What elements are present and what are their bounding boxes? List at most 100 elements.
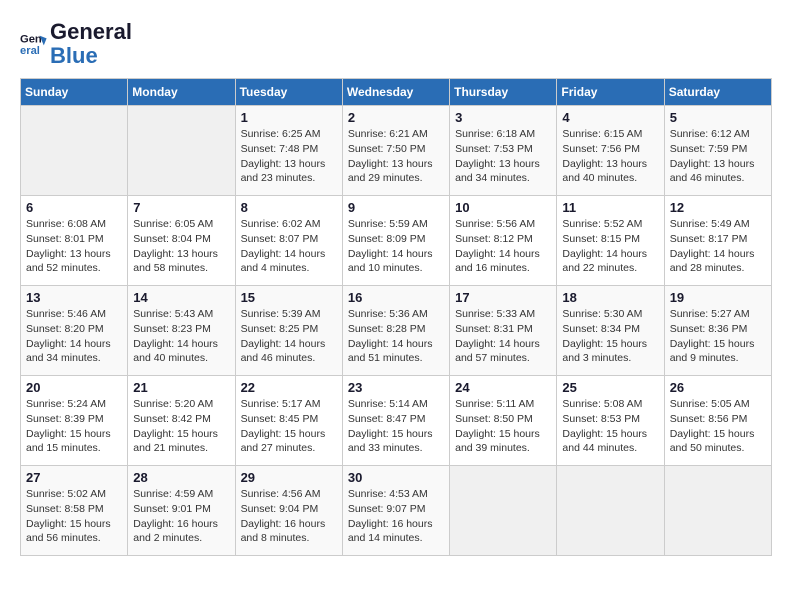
svg-text:eral: eral	[20, 45, 40, 57]
day-info: Sunrise: 5:49 AM Sunset: 8:17 PM Dayligh…	[670, 217, 766, 276]
day-number: 30	[348, 470, 444, 485]
day-number: 2	[348, 110, 444, 125]
day-info: Sunrise: 5:14 AM Sunset: 8:47 PM Dayligh…	[348, 397, 444, 456]
day-info: Sunrise: 5:30 AM Sunset: 8:34 PM Dayligh…	[562, 307, 658, 366]
calendar-day-cell: 17 Sunrise: 5:33 AM Sunset: 8:31 PM Dayli…	[450, 286, 557, 376]
day-of-week-header: Monday	[128, 79, 235, 106]
day-info: Sunrise: 6:02 AM Sunset: 8:07 PM Dayligh…	[241, 217, 337, 276]
day-number: 22	[241, 380, 337, 395]
day-number: 7	[133, 200, 229, 215]
calendar-day-cell: 5 Sunrise: 6:12 AM Sunset: 7:59 PM Daylig…	[664, 106, 771, 196]
day-of-week-header: Thursday	[450, 79, 557, 106]
calendar-day-cell: 9 Sunrise: 5:59 AM Sunset: 8:09 PM Daylig…	[342, 196, 449, 286]
calendar-day-cell: 13Sunrise: 5:46 AM Sunset: 8:20 PM Dayli…	[21, 286, 128, 376]
day-number: 8	[241, 200, 337, 215]
calendar-day-cell: 3 Sunrise: 6:18 AM Sunset: 7:53 PM Daylig…	[450, 106, 557, 196]
day-info: Sunrise: 5:39 AM Sunset: 8:25 PM Dayligh…	[241, 307, 337, 366]
day-info: Sunrise: 5:59 AM Sunset: 8:09 PM Dayligh…	[348, 217, 444, 276]
day-number: 24	[455, 380, 551, 395]
calendar-day-cell: 16Sunrise: 5:36 AM Sunset: 8:28 PM Dayli…	[342, 286, 449, 376]
day-info: Sunrise: 6:05 AM Sunset: 8:04 PM Dayligh…	[133, 217, 229, 276]
day-number: 6	[26, 200, 122, 215]
day-number: 3	[455, 110, 551, 125]
calendar-day-cell: 29 Sunrise: 4:56 AM Sunset: 9:04 PM Dayli…	[235, 466, 342, 556]
day-number: 28	[133, 470, 229, 485]
day-info: Sunrise: 5:24 AM Sunset: 8:39 PM Dayligh…	[26, 397, 122, 456]
day-of-week-header: Saturday	[664, 79, 771, 106]
calendar-day-cell: 20 Sunrise: 5:24 AM Sunset: 8:39 PM Dayli…	[21, 376, 128, 466]
day-of-week-header: Tuesday	[235, 79, 342, 106]
calendar-day-cell: 24 Sunrise: 5:11 AM Sunset: 8:50 PM Dayli…	[450, 376, 557, 466]
day-number: 12	[670, 200, 766, 215]
svg-text:Gen: Gen	[20, 34, 42, 46]
calendar-week-row: 13Sunrise: 5:46 AM Sunset: 8:20 PM Dayli…	[21, 286, 772, 376]
day-number: 5	[670, 110, 766, 125]
day-number: 18	[562, 290, 658, 305]
calendar-header-row: SundayMondayTuesdayWednesdayThursdayFrid…	[21, 79, 772, 106]
day-number: 4	[562, 110, 658, 125]
day-number: 14	[133, 290, 229, 305]
day-number: 26	[670, 380, 766, 395]
calendar-week-row: 20 Sunrise: 5:24 AM Sunset: 8:39 PM Dayli…	[21, 376, 772, 466]
calendar-day-cell: 11Sunrise: 5:52 AM Sunset: 8:15 PM Dayli…	[557, 196, 664, 286]
day-info: Sunrise: 5:52 AM Sunset: 8:15 PM Dayligh…	[562, 217, 658, 276]
day-info: Sunrise: 6:08 AM Sunset: 8:01 PM Dayligh…	[26, 217, 122, 276]
day-number: 20	[26, 380, 122, 395]
day-number: 9	[348, 200, 444, 215]
calendar-day-cell: 7 Sunrise: 6:05 AM Sunset: 8:04 PM Daylig…	[128, 196, 235, 286]
day-info: Sunrise: 6:25 AM Sunset: 7:48 PM Dayligh…	[241, 127, 337, 186]
day-info: Sunrise: 5:17 AM Sunset: 8:45 PM Dayligh…	[241, 397, 337, 456]
calendar-day-cell: 15 Sunrise: 5:39 AM Sunset: 8:25 PM Dayli…	[235, 286, 342, 376]
day-info: Sunrise: 5:05 AM Sunset: 8:56 PM Dayligh…	[670, 397, 766, 456]
calendar-day-cell	[21, 106, 128, 196]
calendar-week-row: 6 Sunrise: 6:08 AM Sunset: 8:01 PM Daylig…	[21, 196, 772, 286]
day-of-week-header: Sunday	[21, 79, 128, 106]
day-info: Sunrise: 6:12 AM Sunset: 7:59 PM Dayligh…	[670, 127, 766, 186]
logo-text: General Blue	[50, 20, 132, 68]
day-number: 25	[562, 380, 658, 395]
day-number: 15	[241, 290, 337, 305]
calendar-day-cell: 21Sunrise: 5:20 AM Sunset: 8:42 PM Dayli…	[128, 376, 235, 466]
calendar-day-cell: 10Sunrise: 5:56 AM Sunset: 8:12 PM Dayli…	[450, 196, 557, 286]
calendar-day-cell	[664, 466, 771, 556]
day-number: 16	[348, 290, 444, 305]
day-number: 19	[670, 290, 766, 305]
calendar-week-row: 1 Sunrise: 6:25 AM Sunset: 7:48 PM Daylig…	[21, 106, 772, 196]
calendar-day-cell	[557, 466, 664, 556]
day-number: 27	[26, 470, 122, 485]
day-number: 1	[241, 110, 337, 125]
day-info: Sunrise: 4:59 AM Sunset: 9:01 PM Dayligh…	[133, 487, 229, 546]
day-info: Sunrise: 5:11 AM Sunset: 8:50 PM Dayligh…	[455, 397, 551, 456]
day-info: Sunrise: 6:18 AM Sunset: 7:53 PM Dayligh…	[455, 127, 551, 186]
logo-icon: Gen eral	[20, 30, 48, 58]
calendar-day-cell: 19 Sunrise: 5:27 AM Sunset: 8:36 PM Dayli…	[664, 286, 771, 376]
day-info: Sunrise: 5:33 AM Sunset: 8:31 PM Dayligh…	[455, 307, 551, 366]
calendar-day-cell	[450, 466, 557, 556]
day-info: Sunrise: 4:56 AM Sunset: 9:04 PM Dayligh…	[241, 487, 337, 546]
day-info: Sunrise: 6:15 AM Sunset: 7:56 PM Dayligh…	[562, 127, 658, 186]
day-of-week-header: Friday	[557, 79, 664, 106]
day-number: 23	[348, 380, 444, 395]
day-info: Sunrise: 5:02 AM Sunset: 8:58 PM Dayligh…	[26, 487, 122, 546]
day-info: Sunrise: 6:21 AM Sunset: 7:50 PM Dayligh…	[348, 127, 444, 186]
day-info: Sunrise: 5:08 AM Sunset: 8:53 PM Dayligh…	[562, 397, 658, 456]
day-of-week-header: Wednesday	[342, 79, 449, 106]
calendar-day-cell: 25 Sunrise: 5:08 AM Sunset: 8:53 PM Dayli…	[557, 376, 664, 466]
calendar-day-cell: 22 Sunrise: 5:17 AM Sunset: 8:45 PM Dayli…	[235, 376, 342, 466]
calendar-table: SundayMondayTuesdayWednesdayThursdayFrid…	[20, 78, 772, 556]
calendar-day-cell: 27 Sunrise: 5:02 AM Sunset: 8:58 PM Dayli…	[21, 466, 128, 556]
calendar-day-cell: 8 Sunrise: 6:02 AM Sunset: 8:07 PM Daylig…	[235, 196, 342, 286]
calendar-week-row: 27 Sunrise: 5:02 AM Sunset: 8:58 PM Dayli…	[21, 466, 772, 556]
calendar-day-cell	[128, 106, 235, 196]
calendar-day-cell: 18 Sunrise: 5:30 AM Sunset: 8:34 PM Dayli…	[557, 286, 664, 376]
day-number: 21	[133, 380, 229, 395]
day-info: Sunrise: 5:43 AM Sunset: 8:23 PM Dayligh…	[133, 307, 229, 366]
calendar-day-cell: 4 Sunrise: 6:15 AM Sunset: 7:56 PM Daylig…	[557, 106, 664, 196]
day-info: Sunrise: 4:53 AM Sunset: 9:07 PM Dayligh…	[348, 487, 444, 546]
day-number: 17	[455, 290, 551, 305]
calendar-day-cell: 12 Sunrise: 5:49 AM Sunset: 8:17 PM Dayli…	[664, 196, 771, 286]
day-info: Sunrise: 5:27 AM Sunset: 8:36 PM Dayligh…	[670, 307, 766, 366]
calendar-day-cell: 2 Sunrise: 6:21 AM Sunset: 7:50 PM Daylig…	[342, 106, 449, 196]
day-number: 29	[241, 470, 337, 485]
calendar-day-cell: 23 Sunrise: 5:14 AM Sunset: 8:47 PM Dayli…	[342, 376, 449, 466]
